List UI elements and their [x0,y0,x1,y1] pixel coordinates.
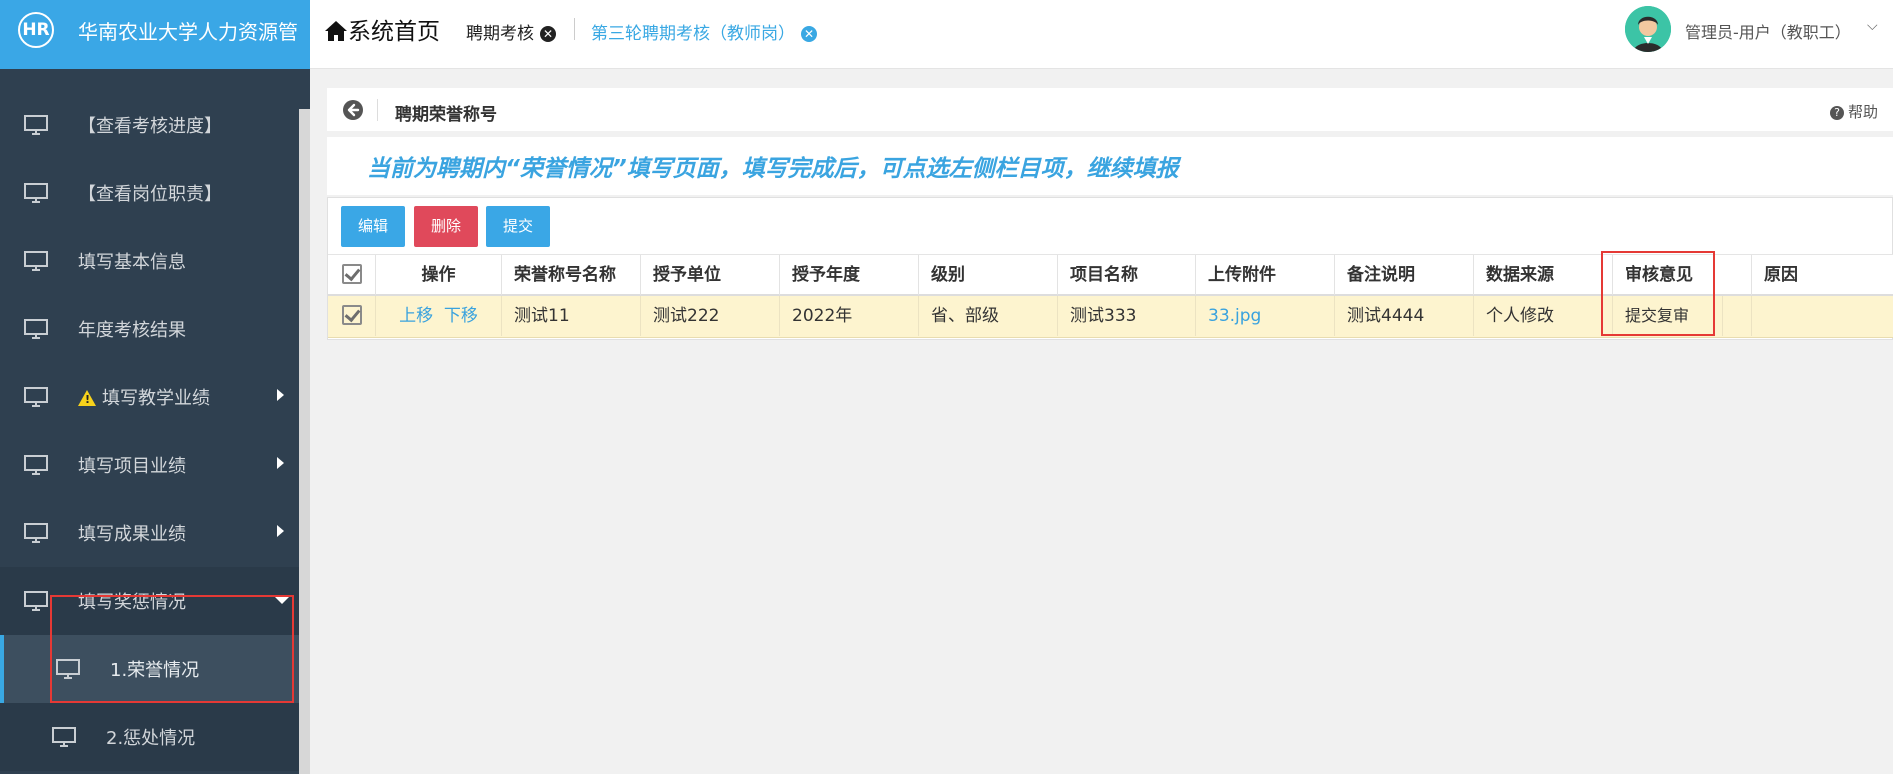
column-header[interactable]: 原因 [1752,255,1893,295]
cell-honor-name: 测试11 [502,296,641,336]
submit-button[interactable]: 提交 [486,206,550,247]
help-link[interactable]: ? 帮助 [1830,101,1878,122]
chevron-down-icon[interactable]: ⌵ [1867,18,1878,34]
column-header[interactable]: 授予年度 [780,255,919,295]
app-title: 华南农业大学人力资源管 [78,20,298,44]
chevron-right-icon [277,525,284,537]
user-name: 管理员-用户（教职工） [1685,23,1851,42]
question-icon: ? [1830,106,1844,120]
column-header[interactable]: 数据来源 [1474,255,1613,295]
monitor-icon [24,319,48,339]
cell-data-source: 个人修改 [1474,296,1613,336]
monitor-icon [24,387,48,407]
instruction-banner: 当前为聘期内“荣誉情况”填写页面，填写完成后，可点选左侧栏目项，继续填报 [327,137,1893,195]
home-label: 系统首页 [348,19,440,45]
cell-remark: 测试4444 [1335,296,1474,336]
chevron-right-icon [277,389,284,401]
tab-appointment-assessment[interactable]: 聘期考核 ✕ [466,19,556,44]
sidebar-item-label: 【查看岗位职责】 [78,184,222,205]
monitor-icon [24,523,48,543]
monitor-icon [24,183,48,203]
cell-level: 省、部级 [919,296,1058,336]
sidebar-item-label: 【查看考核进度】 [78,116,222,137]
column-header[interactable]: 授予单位 [641,255,780,295]
sidebar-item-label: 2.惩处情况 [106,728,196,749]
monitor-icon [24,455,48,475]
column-header[interactable]: 荣誉称号名称 [502,255,641,295]
sidebar-scrollbar[interactable] [299,109,310,774]
close-icon[interactable]: ✕ [801,26,817,42]
tab-third-round-assessment[interactable]: 第三轮聘期考核（教师岗） ✕ [591,19,817,44]
banner-text: 当前为聘期内“荣誉情况”填写页面，填写完成后，可点选左侧栏目项，继续填报 [367,156,1179,182]
page-title: 聘期荣誉称号 [395,105,497,125]
sidebar-item-post-duties[interactable]: 【查看岗位职责】 [0,159,299,227]
delete-button[interactable]: 删除 [414,206,478,247]
move-up-link[interactable]: 上移 [399,306,433,326]
top-bar: HR 华南农业大学人力资源管 系统首页 聘期考核 ✕ 第三轮聘期考核（教师岗） ✕ … [0,0,1893,69]
cell-project-name: 测试333 [1058,296,1196,336]
row-checkbox[interactable] [341,305,362,325]
monitor-icon [24,115,48,135]
sidebar-item-label: 填写成果业绩 [78,524,186,545]
column-header[interactable]: 项目名称 [1058,255,1196,295]
close-icon[interactable]: ✕ [540,26,556,42]
sidebar-item-label: 年度考核结果 [78,320,186,341]
sidebar-item-annual-results[interactable]: 年度考核结果 [0,295,299,363]
attachment-link[interactable]: 33.jpg [1208,306,1261,326]
help-label: 帮助 [1848,103,1879,121]
chevron-right-icon [277,457,284,469]
edit-button[interactable]: 编辑 [341,206,405,247]
sidebar-subitem-penalties[interactable]: 2.惩处情况 [0,703,299,771]
select-all-checkbox[interactable] [341,264,362,284]
hr-logo-icon: HR [18,12,54,48]
sidebar-item-achievements[interactable]: 填写成果业绩 [0,499,299,567]
cell-reason [1752,296,1893,336]
sidebar-item-label-wrap: ! 填写教学业绩 [78,384,210,410]
annotation-box-review-column [1601,251,1715,336]
back-arrow-icon[interactable] [342,99,364,121]
home-tab[interactable]: 系统首页 [324,12,440,46]
row-checkbox-cell[interactable] [328,296,376,336]
header-divider [377,99,378,121]
select-all-checkbox-cell[interactable] [328,255,376,295]
sidebar-item-label: 填写基本信息 [78,252,186,273]
tab-label: 第三轮聘期考核（教师岗） [591,24,795,44]
sidebar-item-label: 填写项目业绩 [78,456,186,477]
column-header[interactable]: 上传附件 [1196,255,1335,295]
sidebar-item-teaching[interactable]: ! 填写教学业绩 [0,363,299,431]
cell-attachment: 33.jpg [1196,296,1335,336]
warning-icon: ! [78,390,96,406]
sidebar-item-projects[interactable]: 填写项目业绩 [0,431,299,499]
column-header[interactable]: 级别 [919,255,1058,295]
column-header[interactable]: 操作 [376,255,502,295]
annotation-box-sidebar [50,595,294,703]
move-down-link[interactable]: 下移 [444,306,478,326]
cell-grant-year: 2022年 [780,296,919,336]
monitor-icon [24,251,48,271]
content-header: 聘期荣誉称号 ? 帮助 [327,88,1893,131]
tab-label: 聘期考核 [466,24,534,44]
cell-spacer [1723,296,1752,336]
row-actions: 上移 下移 [376,296,502,336]
home-icon [325,21,347,41]
cell-granting-unit: 测试222 [641,296,780,336]
logo-area[interactable]: HR 华南农业大学人力资源管 [0,0,310,69]
sidebar-item-label: 填写教学业绩 [102,388,210,409]
sidebar-item-assessment-progress[interactable]: 【查看考核进度】 [0,91,299,159]
avatar [1625,6,1671,52]
sidebar-item-basic-info[interactable]: 填写基本信息 [0,227,299,295]
monitor-icon [52,727,76,747]
column-header[interactable]: 备注说明 [1335,255,1474,295]
monitor-icon [24,591,48,611]
tab-divider [574,18,575,40]
